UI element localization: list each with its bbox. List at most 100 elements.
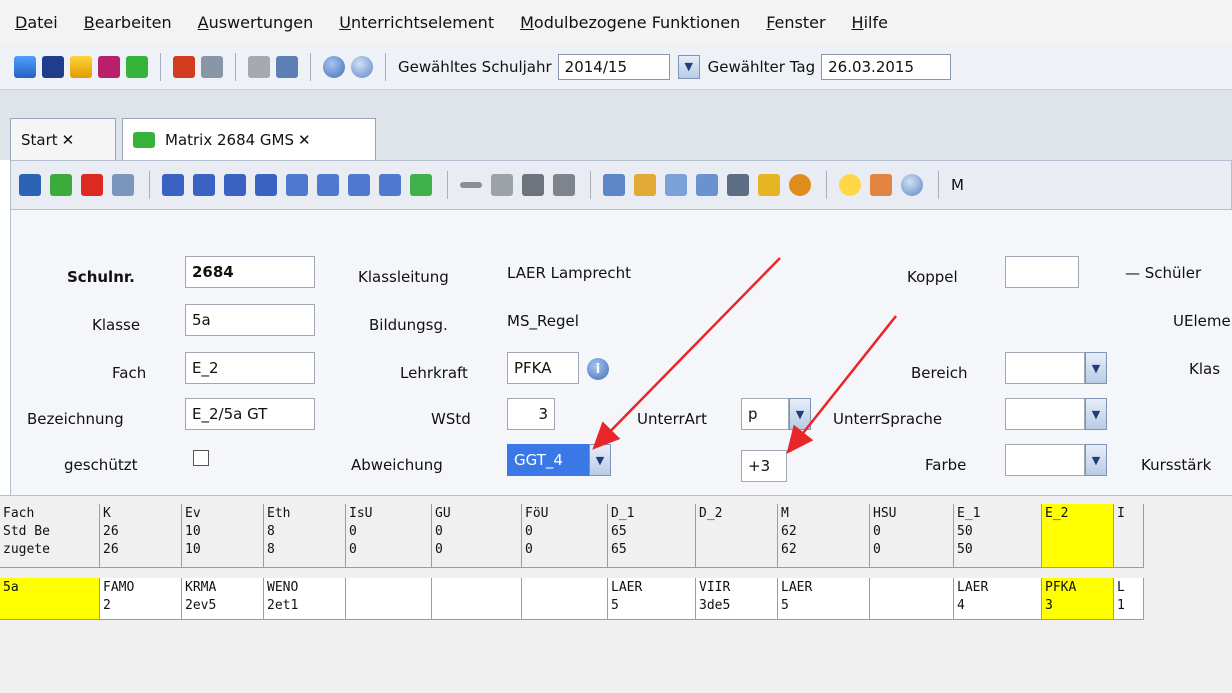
edit-icon[interactable] [665,174,687,196]
lightbulb-icon[interactable] [839,174,861,196]
column-summary[interactable]: K 26 26 [100,504,182,568]
copy-icon[interactable] [522,174,544,196]
bereich-select[interactable]: ▼ [1005,352,1107,384]
unterrsprache-select[interactable]: ▼ [1005,398,1107,430]
help-icon[interactable] [901,174,923,196]
cut-icon[interactable] [491,174,513,196]
column-summary[interactable]: E_1 50 50 [954,504,1042,568]
column-summary[interactable]: I [1114,504,1144,568]
lehrkraft-field[interactable]: PFKA [507,352,579,384]
chevron-down-icon[interactable]: ▼ [1085,444,1107,476]
table-cell[interactable] [870,578,954,620]
copy-icon[interactable] [248,55,270,78]
menu-item[interactable]: Auswertungen [198,13,314,32]
chart-icon[interactable] [634,174,656,196]
move-down-icon[interactable] [348,174,370,196]
users-icon[interactable] [870,174,892,196]
calculator-icon[interactable] [201,55,223,78]
menu-item[interactable]: Fenster [766,13,825,32]
previous-record-icon[interactable] [193,174,215,196]
table-cell[interactable] [346,578,432,620]
tab-matrix[interactable]: Matrix 2684 GMS ✕ [122,118,376,160]
save-icon[interactable] [19,174,41,196]
next-record-icon[interactable] [224,174,246,196]
column-summary[interactable]: M 62 62 [778,504,870,568]
menu-item[interactable]: Modulbezogene Funktionen [520,13,740,32]
geschuetzt-checkbox[interactable] [193,450,209,466]
menu-item[interactable]: Datei [15,13,58,32]
column-summary[interactable]: GU 0 0 [432,504,522,568]
schulnr-field[interactable]: 2684 [185,256,315,288]
chevron-down-icon[interactable]: ▼ [1085,398,1107,430]
column-summary[interactable]: E_2 [1042,504,1114,568]
close-icon[interactable]: ✕ [62,131,75,149]
paste-icon[interactable] [553,174,575,196]
note-icon[interactable] [126,55,148,78]
window-icon[interactable] [276,55,298,78]
info-icon[interactable] [323,55,345,78]
table-cell[interactable]: L1 [1114,578,1144,620]
arrow-left-icon[interactable] [460,182,482,188]
persons-icon[interactable] [14,55,36,78]
chevron-down-icon[interactable]: ▼ [1085,352,1107,384]
table-cell[interactable]: LAER 5 [608,578,696,620]
table-cell[interactable] [522,578,608,620]
fach-field[interactable]: E_2 [185,352,315,384]
menu-item[interactable]: Bearbeiten [84,13,172,32]
table-cell[interactable]: KRMA 2ev5 [182,578,264,620]
move-bottom-icon[interactable] [379,174,401,196]
chevron-down-icon[interactable]: ▼ [677,54,700,79]
table-cell[interactable]: LAER 4 [954,578,1042,620]
group-icon[interactable] [70,55,92,78]
keyboard-icon[interactable] [42,55,64,78]
menu-item[interactable]: Hilfe [852,13,888,32]
table-cell[interactable]: VIIR 3de5 [696,578,778,620]
menu-item[interactable]: Unterrichtselement [339,13,494,32]
column-summary[interactable]: D_1 65 65 [608,504,696,568]
move-top-icon[interactable] [286,174,308,196]
wstd-field[interactable]: 3 [507,398,555,430]
farbe-select[interactable]: ▼ [1005,444,1107,476]
class-row-label[interactable]: 5a [0,578,100,620]
user-icon[interactable] [603,174,625,196]
tag-field[interactable]: 26.03.2015 [821,53,952,80]
table-cell[interactable]: PFKA 3 [1042,578,1114,620]
chevron-down-icon[interactable]: ▼ [589,444,611,476]
close-icon[interactable]: ✕ [298,131,311,149]
bezeichnung-field[interactable]: E_2/5a GT [185,398,315,430]
abweichung-delta-field[interactable]: +3 [741,450,787,482]
broom-icon[interactable] [758,174,780,196]
column-summary[interactable]: HSU 0 0 [870,504,954,568]
delete-icon[interactable] [81,174,103,196]
column-summary[interactable]: IsU 0 0 [346,504,432,568]
table-cell[interactable] [432,578,522,620]
book-icon[interactable] [173,55,195,78]
column-summary[interactable]: D_2 [696,504,778,568]
row-header[interactable]: Fach Std Be zugete [0,504,100,568]
chevron-down-icon[interactable]: ▼ [789,398,811,430]
chat-icon[interactable] [98,55,120,78]
last-record-icon[interactable] [255,174,277,196]
undo-icon[interactable] [50,174,72,196]
form-icon[interactable] [696,174,718,196]
tab-start[interactable]: Start ✕ [10,118,116,160]
column-summary[interactable]: Eth 8 8 [264,504,346,568]
unterrart-select[interactable]: p ▼ [741,398,811,430]
koppel-field[interactable] [1005,256,1079,288]
move-up-icon[interactable] [317,174,339,196]
info-icon[interactable]: i [587,358,609,380]
clock-icon[interactable] [789,174,811,196]
table-icon[interactable] [112,174,134,196]
refresh-icon[interactable] [410,174,432,196]
column-summary[interactable]: Ev 10 10 [182,504,264,568]
table-cell[interactable]: WENO 2et1 [264,578,346,620]
table-cell[interactable]: FAMO 2 [100,578,182,620]
column-summary[interactable]: FöU 0 0 [522,504,608,568]
help-icon[interactable] [351,55,373,78]
print-icon[interactable] [727,174,749,196]
first-record-icon[interactable] [162,174,184,196]
table-cell[interactable]: LAER 5 [778,578,870,620]
abweichung-select[interactable]: GGT_4 ▼ [507,444,611,476]
klasse-field[interactable]: 5a [185,304,315,336]
schuljahr-select[interactable]: 2014/15 [557,53,670,80]
